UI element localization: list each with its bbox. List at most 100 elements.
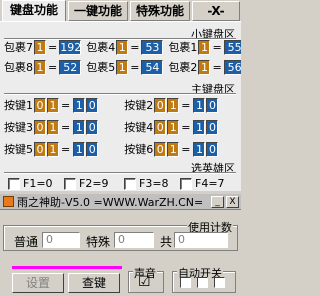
equals-sign: =	[61, 142, 71, 156]
key-mod[interactable]: 0	[154, 97, 167, 113]
lookup-key-button[interactable]: 查键	[68, 273, 120, 293]
sound-checkbox[interactable]: ☑	[138, 275, 151, 289]
key-target-code[interactable]: 0	[86, 97, 99, 113]
app-icon	[3, 196, 14, 207]
slot-label: 包裹5	[86, 61, 116, 74]
app-window: { "tabs": [ {"label": "键盘功能"}, {"label":…	[0, 0, 241, 296]
key-mod[interactable]: 0	[34, 141, 46, 157]
f1-label: F1=0	[23, 177, 53, 190]
tab-keyboard-function[interactable]: 键盘功能	[2, 0, 66, 22]
key-target-code[interactable]: 0	[206, 119, 219, 135]
key-mod[interactable]: 0	[34, 97, 46, 113]
equals-sign: =	[61, 120, 71, 134]
key-target-mod[interactable]: 1	[73, 97, 86, 113]
key-code[interactable]: 1	[167, 119, 180, 135]
slot-label: 包裹4	[86, 41, 116, 54]
key-code[interactable]: 1	[47, 141, 59, 157]
settings-button[interactable]: 设置	[12, 273, 64, 293]
tab-one-key-function[interactable]: 一键功能	[68, 1, 128, 21]
auto-switch-checkbox-3[interactable]	[214, 277, 225, 288]
slot-key[interactable]: 1	[198, 39, 211, 55]
f4-checkbox[interactable]	[180, 177, 192, 190]
key-label: 按键4	[124, 121, 154, 134]
divider	[4, 93, 236, 95]
close-button[interactable]: X	[226, 195, 239, 208]
f3-label: F3=8	[139, 177, 169, 190]
small-keypad-row-1: 包裹7 1 = 192 包裹4 1 = 53 包裹1 1 = 55	[4, 39, 241, 55]
key-code[interactable]: 1	[47, 97, 59, 113]
equals-sign: =	[48, 40, 58, 54]
hero-option-f3[interactable]: F3=8	[124, 177, 169, 190]
slot-value-field[interactable]: 54	[141, 59, 164, 75]
key-label: 按键3	[4, 121, 33, 134]
key-target-mod[interactable]: 1	[193, 97, 206, 113]
key-target-mod[interactable]: 1	[193, 141, 206, 157]
key-target-mod[interactable]: 1	[73, 141, 86, 157]
key-label: 按键2	[124, 99, 154, 112]
window2-body: 使用计数 普通 0 特殊 0 共 0 设置 查键 声音 ☑ 自动开关	[0, 211, 241, 296]
slot-label: 包裹1	[168, 41, 198, 54]
minimize-button[interactable]: _	[211, 195, 224, 208]
key-target-code[interactable]: 0	[206, 141, 219, 157]
f1-checkbox[interactable]	[8, 177, 20, 190]
key-code[interactable]: 1	[167, 97, 180, 113]
equals-sign: =	[130, 40, 140, 54]
equals-sign: =	[181, 142, 191, 156]
key-mod[interactable]: 0	[154, 119, 167, 135]
auto-switch-checkbox-1[interactable]	[180, 277, 191, 288]
slot-value-field[interactable]: 53	[141, 39, 164, 55]
key-label: 按键6	[124, 143, 154, 156]
slot-value-field[interactable]: 192	[59, 39, 82, 55]
tab-strip: 键盘功能 一键功能 特殊功能 -X-	[0, 0, 241, 22]
keyboard-function-panel: 小键盘区 包裹7 1 = 192 包裹4 1 = 53 包裹1 1 = 55 包…	[0, 21, 241, 191]
divider	[4, 172, 236, 174]
slot-key[interactable]: 1	[34, 59, 46, 75]
key-target-code[interactable]: 0	[206, 97, 219, 113]
normal-count-field: 0	[42, 232, 80, 248]
slot-label: 包裹7	[4, 41, 33, 54]
slot-value-field[interactable]: 55	[223, 39, 241, 55]
key-label: 按键5	[4, 143, 33, 156]
f2-label: F2=9	[79, 177, 109, 190]
key-code[interactable]: 1	[167, 141, 180, 157]
small-keypad-row-2: 包裹8 1 = 52 包裹5 1 = 54 包裹2 1 = 56	[4, 59, 241, 75]
tab-special-function[interactable]: 特殊功能	[130, 1, 190, 21]
key-target-mod[interactable]: 1	[193, 119, 206, 135]
total-count-label: 共	[160, 235, 173, 249]
equals-sign: =	[130, 60, 140, 74]
slot-key[interactable]: 1	[116, 59, 129, 75]
key-target-mod[interactable]: 1	[73, 119, 86, 135]
tab-close[interactable]: -X-	[192, 1, 240, 21]
key-code[interactable]: 1	[47, 119, 59, 135]
slot-key[interactable]: 1	[198, 59, 211, 75]
special-count-label: 特殊	[86, 235, 111, 249]
slot-value-field[interactable]: 56	[223, 59, 241, 75]
f3-checkbox[interactable]	[124, 177, 136, 190]
equals-sign: =	[181, 120, 191, 134]
slot-key[interactable]: 1	[116, 39, 129, 55]
special-count-field: 0	[114, 232, 154, 248]
window2-title: 雨之神助-V5.0 =WWW.WarZH.CN=	[17, 195, 204, 209]
window2-titlebar[interactable]: 雨之神助-V5.0 =WWW.WarZH.CN= _ X	[0, 194, 241, 210]
key-mod[interactable]: 0	[34, 119, 46, 135]
f4-label: F4=7	[195, 177, 225, 190]
key-target-code[interactable]: 0	[86, 119, 99, 135]
equals-sign: =	[61, 98, 71, 112]
key-mod[interactable]: 0	[154, 141, 167, 157]
pink-bar	[12, 266, 122, 269]
hero-option-f2[interactable]: F2=9	[64, 177, 109, 190]
total-count-field: 0	[174, 232, 228, 248]
auto-switch-checkbox-2[interactable]	[197, 277, 208, 288]
hero-option-f1[interactable]: F1=0	[8, 177, 53, 190]
key-target-code[interactable]: 0	[86, 141, 99, 157]
hero-option-f4[interactable]: F4=7	[180, 177, 225, 190]
f2-checkbox[interactable]	[64, 177, 76, 190]
equals-sign: =	[212, 60, 222, 74]
normal-count-label: 普通	[14, 235, 39, 249]
equals-sign: =	[181, 98, 191, 112]
main-keypad-row-3: 按键5 0 1 = 1 0 按键6 0 1 = 1 0	[4, 141, 219, 157]
slot-label: 包裹8	[4, 61, 33, 74]
equals-sign: =	[48, 60, 58, 74]
slot-value-field[interactable]: 52	[59, 59, 82, 75]
slot-key[interactable]: 1	[34, 39, 46, 55]
